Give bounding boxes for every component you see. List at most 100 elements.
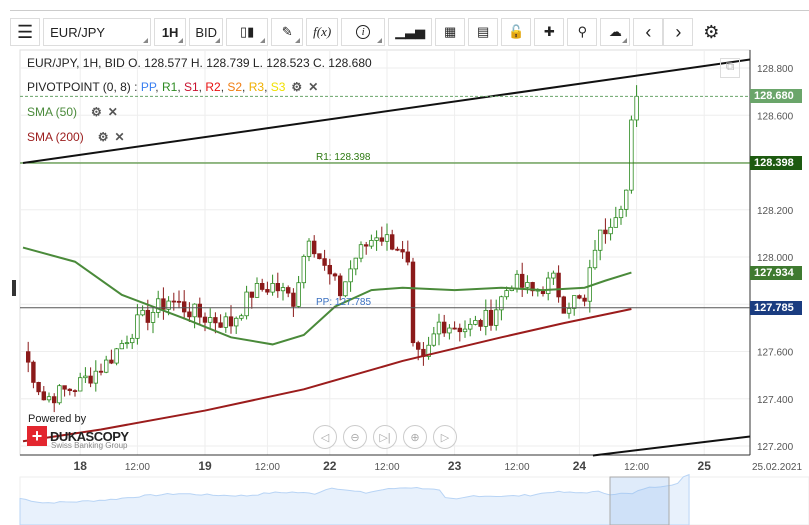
candle-body	[213, 317, 218, 324]
candle-body	[135, 314, 140, 339]
candle-body	[467, 323, 473, 330]
candle-body	[400, 249, 405, 253]
x-tick-label: 23	[448, 459, 462, 473]
y-tick-label: 127.600	[757, 348, 794, 359]
x-tick-label: 12:00	[255, 462, 280, 473]
candle-body	[384, 234, 390, 242]
candle-body	[462, 328, 468, 333]
candle-body	[624, 189, 629, 210]
candle-body	[114, 348, 119, 364]
candle-body	[618, 208, 624, 219]
y-tick-label: 128.600	[757, 111, 794, 122]
x-tick-label: 12:00	[374, 462, 399, 473]
candle-body	[603, 229, 608, 235]
last-price-tag: 128.680	[750, 89, 802, 104]
candle-body	[634, 95, 639, 121]
candle-body	[275, 283, 280, 292]
zoom-out-icon[interactable]: ⊖	[343, 425, 367, 449]
candle-body	[171, 300, 176, 303]
candle-body	[551, 272, 556, 279]
candle-body	[457, 327, 462, 333]
pivot-label-pp: PP: 127.785	[316, 297, 371, 308]
sma200-settings-gear-icon[interactable]: ⚙	[98, 130, 109, 144]
y-tick-label: 128.000	[757, 253, 794, 264]
y-tick-label: 128.800	[757, 64, 794, 75]
candle-body	[291, 292, 296, 307]
candle-body	[155, 298, 161, 313]
candle-body	[176, 300, 182, 303]
x-tick-label: 12:00	[624, 462, 649, 473]
r1-price-tag: 128.398	[750, 155, 802, 170]
pivot-close-icon[interactable]: ✕	[308, 80, 318, 94]
candle-body	[488, 309, 494, 326]
candle-body	[473, 320, 478, 325]
candle-body	[259, 283, 265, 290]
sma50-settings-gear-icon[interactable]: ⚙	[91, 105, 102, 119]
candle-body	[296, 282, 301, 307]
popout-icon[interactable]: ⧉	[720, 58, 740, 78]
candle-body	[78, 377, 83, 392]
candle-body	[436, 321, 442, 335]
candle-body	[311, 240, 317, 255]
zoom-in-icon[interactable]: ⊕	[403, 425, 427, 449]
candle-body	[270, 283, 275, 293]
pp-price-tag: 127.785	[750, 300, 802, 315]
candle-body	[478, 320, 483, 327]
sma200-close-icon[interactable]: ✕	[114, 130, 124, 144]
candle-body	[410, 261, 416, 344]
candle-body	[525, 282, 530, 288]
pivot-item: R1	[161, 80, 178, 94]
candle-body	[83, 375, 88, 379]
candle-body	[265, 289, 270, 293]
candle-body	[343, 281, 348, 297]
pivot-item: S3	[270, 80, 286, 94]
chart-nav: ◁ ⊖ ▷| ⊕ ▷	[313, 425, 457, 449]
pivot-settings-gear-icon[interactable]: ⚙	[291, 80, 302, 94]
candle-body	[280, 287, 286, 292]
candle-body	[104, 359, 109, 373]
candle-body	[233, 317, 239, 327]
scroll-left-icon[interactable]: ◁	[313, 425, 337, 449]
candle-body	[395, 248, 400, 251]
candle-body	[192, 303, 197, 318]
sma50-close-icon[interactable]: ✕	[108, 105, 118, 119]
candle-body	[447, 327, 452, 334]
pivot-legend: PIVOTPOINT (0, 8) : PP, R1, S1, R2, S2, …	[27, 80, 318, 94]
candle-body	[129, 337, 135, 344]
candle-body	[109, 359, 114, 364]
candle-body	[249, 291, 254, 298]
pivot-item: :	[130, 80, 141, 94]
candle-body	[145, 309, 150, 323]
candle-body	[415, 342, 421, 350]
sma50-label: SMA (50)	[27, 105, 78, 119]
candle-body	[493, 309, 499, 326]
candle-body	[337, 275, 343, 297]
go-to-end-icon[interactable]: ▷|	[373, 425, 397, 449]
candle-body	[98, 370, 104, 373]
candle-body	[389, 234, 395, 250]
candle-body	[379, 237, 384, 242]
sma200-legend: SMA (200) ⚙ ✕	[27, 130, 125, 144]
candle-body	[301, 255, 306, 284]
candle-body	[598, 229, 603, 251]
candle-body	[62, 385, 67, 390]
candle-body	[124, 342, 130, 345]
candle-body	[306, 240, 312, 257]
candle-body	[223, 316, 228, 328]
candle-body	[369, 240, 374, 247]
powered-by: Powered by	[28, 413, 87, 425]
candle-body	[504, 290, 509, 298]
candle-body	[207, 317, 213, 323]
candle-body	[483, 309, 488, 327]
swiss-cross-icon: +	[27, 426, 47, 446]
candle-body	[582, 297, 587, 302]
candle-body	[572, 295, 577, 309]
ohlc-legend: EUR/JPY, 1H, BID O. 128.577 H. 128.739 L…	[27, 56, 372, 70]
candle-body	[431, 333, 436, 346]
scroll-right-icon[interactable]: ▷	[433, 425, 457, 449]
candle-body	[520, 273, 525, 288]
candle-body	[348, 268, 353, 283]
candle-body	[254, 283, 260, 298]
candle-body	[187, 311, 192, 318]
candle-body	[239, 315, 244, 319]
